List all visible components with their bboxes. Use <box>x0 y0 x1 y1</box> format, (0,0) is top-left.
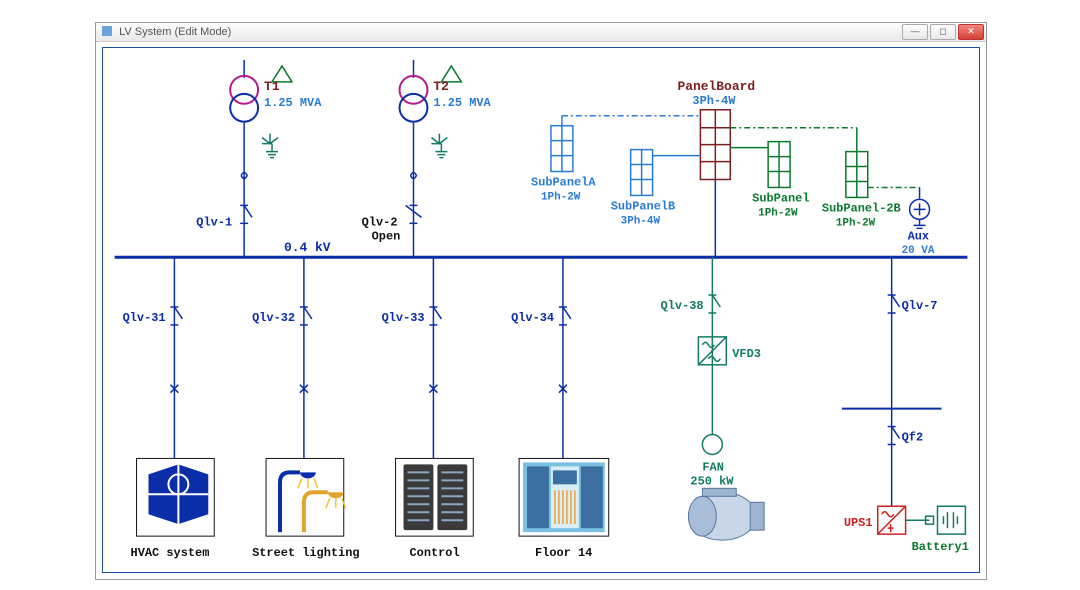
feeder-ups[interactable]: Qlv-7 Qf2 <box>842 257 969 554</box>
subpanel-b[interactable]: SubPanelB 3Ph-4W <box>611 150 701 228</box>
minimize-button[interactable]: — <box>902 24 928 40</box>
subpanel-1-name: SubPanel <box>752 191 809 205</box>
close-button[interactable]: ✕ <box>958 24 984 40</box>
subpanel-2b[interactable]: SubPanel-2B 1Ph-2W <box>730 128 900 230</box>
breaker-qlv38[interactable]: Qlv-38 <box>661 295 721 313</box>
window-title: LV System (Edit Mode) <box>119 26 231 38</box>
panelboard-spec: 3Ph-4W <box>692 94 736 108</box>
server-rack-icon <box>396 458 474 536</box>
breaker-qlv32-label: Qlv-32 <box>252 311 295 325</box>
transformer-t2[interactable]: Qlv-2 Open T2 1.25 MVA <box>362 60 492 257</box>
subpanel-a[interactable]: SubPanelA 1Ph-2W <box>531 116 700 204</box>
breaker-qlv2-state: Open <box>372 229 401 243</box>
breaker-qlv1-label: Qlv-1 <box>196 215 232 229</box>
switchgear-icon <box>519 458 609 536</box>
t2-rating: 1.25 MVA <box>433 96 491 110</box>
subpanel-b-name: SubPanelB <box>611 199 675 213</box>
breaker-qlv7[interactable]: Qlv-7 <box>888 295 938 313</box>
breaker-qlv34[interactable]: Qlv-34 <box>511 307 571 325</box>
hvac-icon <box>137 458 215 536</box>
motor-icon <box>688 488 764 540</box>
ups1-block[interactable]: UPS1 <box>844 506 906 534</box>
maximize-button[interactable]: ◻ <box>930 24 956 40</box>
breaker-qlv31-label: Qlv-31 <box>123 311 166 325</box>
panelboard-main[interactable]: PanelBoard 3Ph-4W <box>677 79 755 257</box>
breaker-qlv33-label: Qlv-33 <box>382 311 425 325</box>
fan-rating: 250 kW <box>690 474 734 488</box>
subpanel-2b-spec: 1Ph-2W <box>836 217 876 229</box>
floor14-label: Floor 14 <box>535 546 592 560</box>
breaker-qlv31[interactable]: Qlv-31 <box>123 307 183 325</box>
transformer-t1[interactable]: Qlv-1 T1 1.25 MVA <box>196 60 322 257</box>
ups1-label: UPS1 <box>844 516 873 530</box>
battery-icon[interactable]: Battery1 <box>912 506 969 554</box>
street-lighting-label: Street lighting <box>252 546 359 560</box>
hvac-label: HVAC system <box>131 546 210 560</box>
app-icon <box>102 26 112 36</box>
t1-rating: 1.25 MVA <box>264 96 322 110</box>
breaker-qf2-label: Qf2 <box>902 431 923 445</box>
breaker-qlv32[interactable]: Qlv-32 <box>252 307 312 325</box>
vfd3-label: VFD3 <box>732 347 761 361</box>
feeder-hvac[interactable]: Qlv-31 HVAC system <box>123 257 215 560</box>
feeder-control[interactable]: Qlv-33 <box>382 257 474 560</box>
breaker-qlv7-label: Qlv-7 <box>902 299 938 313</box>
subpanel-2b-name: SubPanel-2B <box>822 201 901 215</box>
breaker-qlv2-label: Qlv-2 <box>362 215 398 229</box>
subpanel-b-spec: 3Ph-4W <box>621 215 661 227</box>
t2-name: T2 <box>433 79 449 94</box>
breaker-qf2[interactable]: Qf2 <box>888 427 923 445</box>
bus-voltage-label: 0.4 kV <box>284 240 331 255</box>
vfd3-block[interactable]: VFD3 <box>698 337 761 365</box>
breaker-qlv34-label: Qlv-34 <box>511 311 554 325</box>
feeder-street-lighting[interactable]: Qlv-32 Street lighting <box>252 257 359 560</box>
subpanel-1-spec: 1Ph-2W <box>758 207 798 219</box>
breaker-qlv38-label: Qlv-38 <box>661 299 704 313</box>
app-window: LV System (Edit Mode) — ◻ ✕ 0.4 kV <box>95 22 987 580</box>
battery-label: Battery1 <box>912 540 969 554</box>
breaker-qlv2[interactable]: Qlv-2 Open <box>362 205 422 243</box>
aux-rating: 20 VA <box>902 245 935 257</box>
window-titlebar[interactable]: LV System (Edit Mode) — ◻ ✕ <box>96 23 986 42</box>
street-light-icon <box>266 458 346 536</box>
feeder-fan[interactable]: Qlv-38 VFD3 FAN 250 kW <box>661 257 765 540</box>
subpanel-a-spec: 1Ph-2W <box>541 191 581 203</box>
control-label: Control <box>410 546 460 560</box>
aux-load[interactable]: Aux 20 VA <box>868 187 935 257</box>
subpanel-a-name: SubPanelA <box>531 175 596 189</box>
aux-name: Aux <box>908 229 930 243</box>
t1-name: T1 <box>264 79 280 94</box>
breaker-qlv33[interactable]: Qlv-33 <box>382 307 442 325</box>
subpanel-1[interactable]: SubPanel 1Ph-2W <box>730 142 809 220</box>
feeder-floor14[interactable]: Qlv-34 <box>511 257 609 560</box>
fan-name: FAN <box>702 460 723 474</box>
panelboard-name: PanelBoard <box>677 79 755 94</box>
main-bus[interactable]: 0.4 kV <box>115 240 968 257</box>
diagram-canvas[interactable]: 0.4 kV <box>102 47 980 573</box>
